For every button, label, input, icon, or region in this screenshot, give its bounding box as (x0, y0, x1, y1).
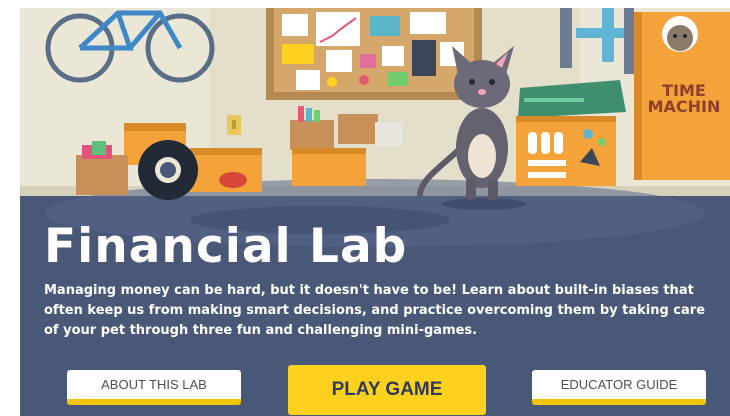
hero-description: Managing money can be hard, but it doesn… (44, 283, 706, 338)
play-game-button[interactable]: PLAY GAME (288, 365, 486, 415)
time-machine-sign-line2: MACHIN (648, 97, 721, 116)
page-title: Financial Lab (44, 219, 408, 274)
hero-banner: TIME MACHIN Financial Lab Managing money… (20, 8, 730, 416)
time-machine-illustration: TIME MACHIN (634, 12, 730, 180)
page-frame: TIME MACHIN Financial Lab Managing money… (0, 0, 730, 416)
educator-guide-button[interactable]: EDUCATOR GUIDE (532, 370, 706, 405)
hero-illustration: TIME MACHIN (20, 8, 730, 416)
about-this-lab-button[interactable]: ABOUT THIS LAB (67, 370, 241, 405)
